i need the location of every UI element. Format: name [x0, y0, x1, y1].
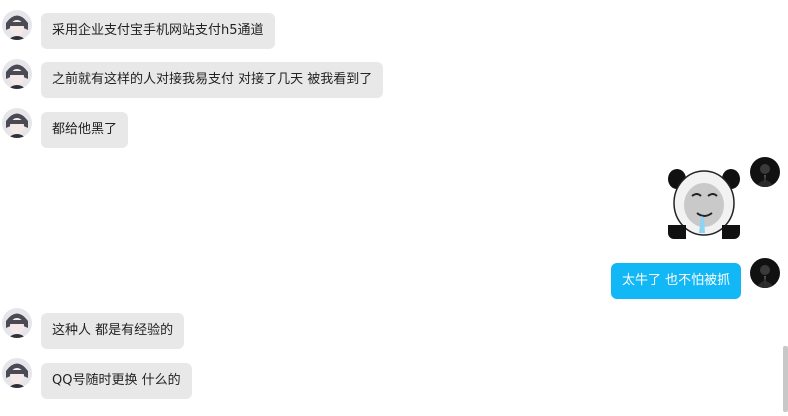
my-avatar[interactable]: [750, 157, 780, 187]
message-text: 都给他黑了: [52, 122, 118, 137]
message-text: 这种人 都是有经验的: [52, 323, 174, 338]
panda-meme-sticker[interactable]: [668, 163, 740, 239]
message-text: 之前就有这样的人对接我易支付 对接了几天 被我看到了: [52, 72, 373, 87]
message-bubble-incoming[interactable]: 之前就有这样的人对接我易支付 对接了几天 被我看到了: [41, 62, 384, 98]
message-text: 采用企业支付宝手机网站支付h5通道: [52, 23, 264, 38]
message-bubble-incoming[interactable]: 采用企业支付宝手机网站支付h5通道: [41, 13, 275, 49]
contact-avatar[interactable]: [2, 59, 32, 89]
contact-avatar[interactable]: [2, 108, 32, 138]
my-avatar[interactable]: [750, 258, 780, 288]
message-bubble-incoming[interactable]: 都给他黑了: [41, 112, 129, 148]
contact-avatar[interactable]: [2, 358, 32, 388]
contact-avatar[interactable]: [2, 10, 32, 40]
message-bubble-incoming[interactable]: 这种人 都是有经验的: [41, 313, 185, 349]
message-text: 太牛了 也不怕被抓: [622, 273, 731, 288]
scrollbar[interactable]: [783, 346, 788, 412]
message-bubble-incoming[interactable]: QQ号随时更换 什么的: [41, 363, 192, 399]
contact-avatar[interactable]: [2, 308, 32, 338]
message-bubble-outgoing[interactable]: 太牛了 也不怕被抓: [611, 263, 742, 299]
message-text: QQ号随时更换 什么的: [52, 373, 181, 388]
